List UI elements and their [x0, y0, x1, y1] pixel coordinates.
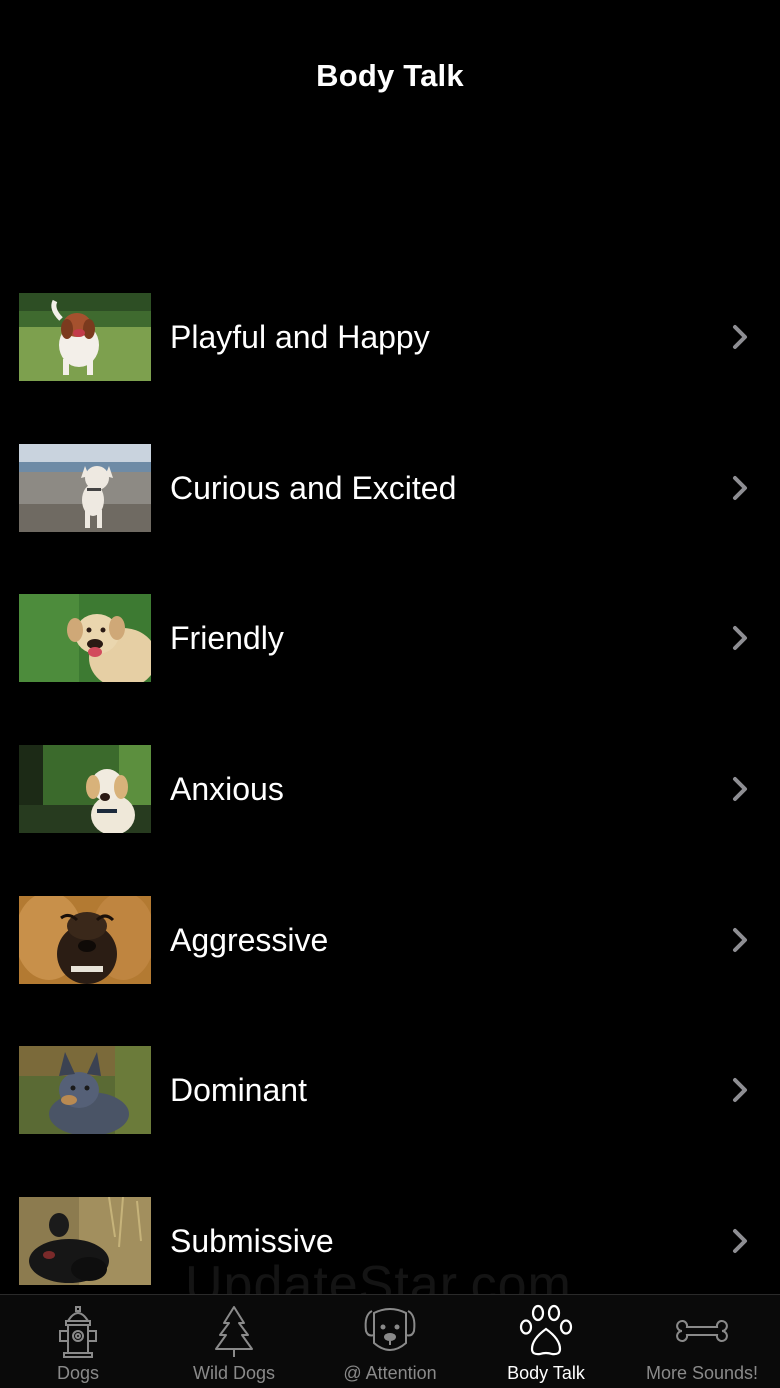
- chevron-right-icon: [733, 927, 747, 952]
- tab-label: Wild Dogs: [192, 1363, 276, 1383]
- anxious-dog-photo: [19, 745, 151, 834]
- list-item-label: Dominant: [170, 1072, 307, 1109]
- tab-label: More Sounds!: [645, 1363, 759, 1383]
- chevron-right-icon: [733, 1229, 747, 1254]
- tab-label: Dogs: [56, 1363, 100, 1383]
- playful-dog-photo: [19, 293, 151, 381]
- tab-wild-dogs[interactable]: Wild Dogs: [156, 1295, 312, 1388]
- tab-more-sounds[interactable]: More Sounds!: [624, 1295, 780, 1388]
- chevron-right-icon: [733, 1078, 747, 1103]
- tab-attention[interactable]: @ Attention: [312, 1295, 468, 1388]
- submissive-dog-photo: [19, 1197, 151, 1286]
- tab-dogs[interactable]: Dogs: [0, 1295, 156, 1388]
- bone-icon: [676, 1320, 728, 1342]
- curious-dog-photo: [19, 443, 151, 532]
- list-item-submissive[interactable]: Submissive: [0, 1166, 780, 1293]
- dominant-dog-photo: [19, 1046, 151, 1135]
- list-item-label: Anxious: [170, 771, 284, 808]
- list-item-label: Playful and Happy: [170, 319, 430, 355]
- chevron-right-icon: [733, 626, 747, 651]
- friendly-dog-photo: [19, 594, 151, 683]
- chevron-right-icon: [733, 777, 747, 802]
- list-item-friendly[interactable]: Friendly: [0, 563, 780, 714]
- aggressive-dog-photo: [19, 895, 151, 984]
- list-item-playful[interactable]: Playful and Happy: [0, 262, 780, 413]
- list-item-curious[interactable]: Curious and Excited: [0, 413, 780, 564]
- page-title: Body Talk: [316, 58, 464, 93]
- emotion-list: Playful and Happy Curious and Excited Fr…: [0, 262, 780, 1293]
- tab-label: Body Talk: [507, 1363, 585, 1383]
- tab-bar: Dogs Wild Dogs @ Attention Body Talk Mor…: [0, 1294, 780, 1388]
- list-item-label: Aggressive: [170, 921, 329, 958]
- tab-label: @ Attention: [343, 1363, 437, 1383]
- fire-hydrant-icon: [59, 1306, 97, 1358]
- list-item-label: Submissive: [170, 1223, 334, 1260]
- list-item-dominant[interactable]: Dominant: [0, 1015, 780, 1166]
- chevron-right-icon: [733, 325, 747, 349]
- tab-body-talk[interactable]: Body Talk: [468, 1295, 624, 1388]
- chevron-right-icon: [733, 475, 747, 500]
- paw-icon: [519, 1304, 573, 1356]
- pine-tree-icon: [215, 1306, 253, 1357]
- list-item-label: Friendly: [170, 620, 284, 657]
- list-item-aggressive[interactable]: Aggressive: [0, 865, 780, 1016]
- list-item-label: Curious and Excited: [170, 469, 457, 506]
- dog-face-icon: [364, 1308, 416, 1351]
- list-item-anxious[interactable]: Anxious: [0, 714, 780, 865]
